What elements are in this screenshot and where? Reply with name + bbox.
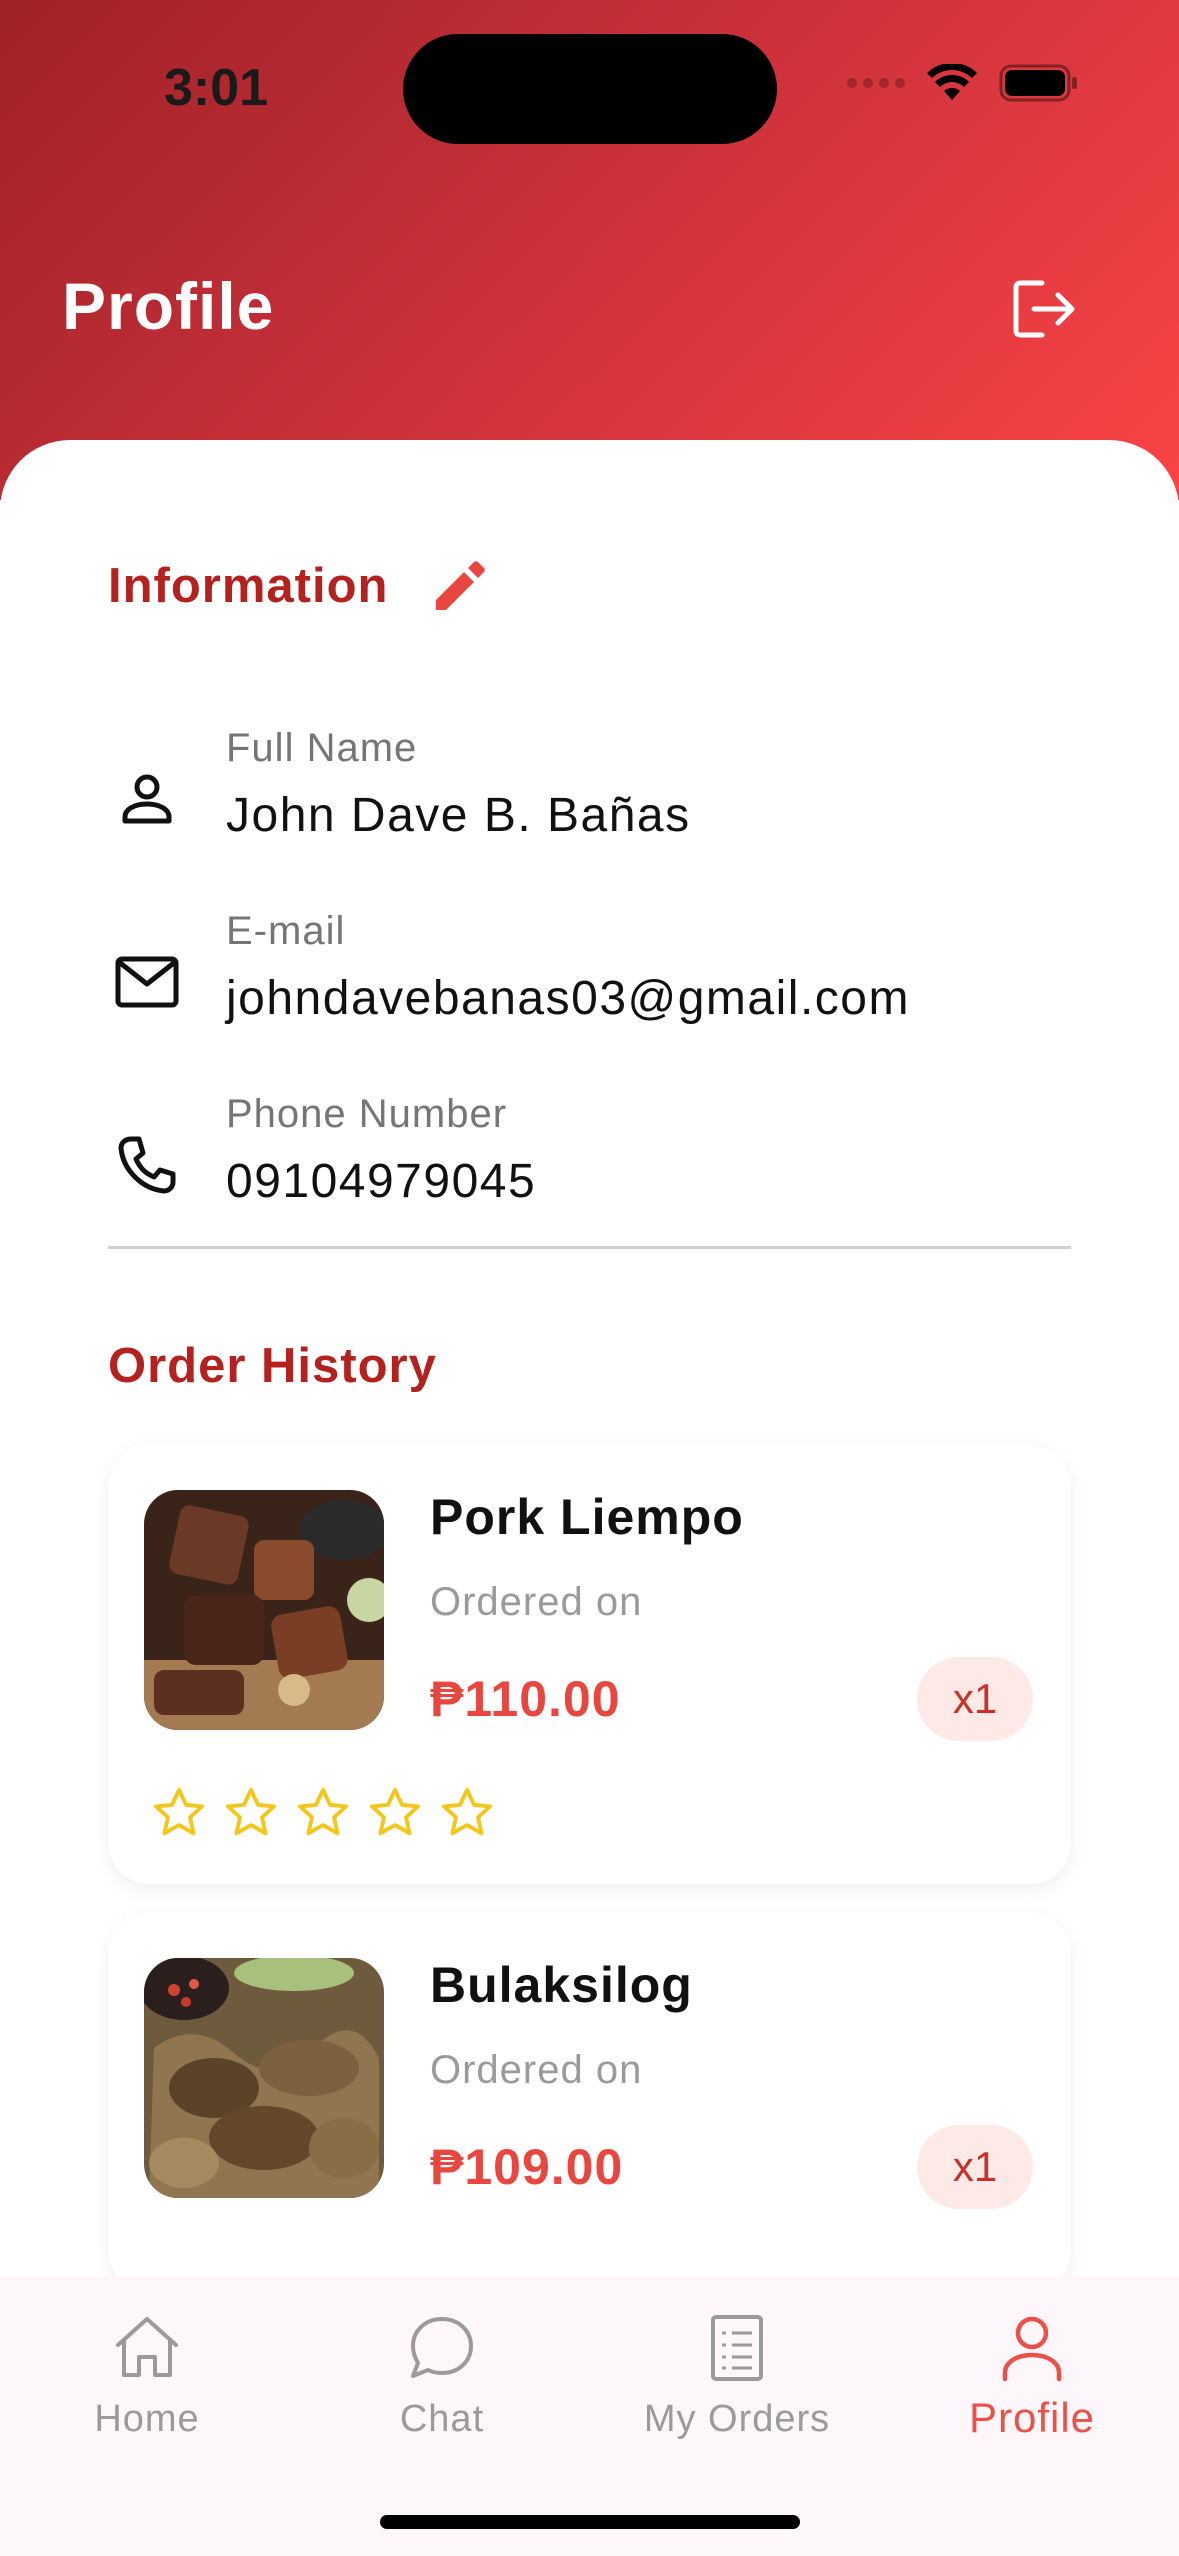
nav-profile[interactable]: Profile <box>912 2308 1152 2468</box>
nav-my-orders-label: My Orders <box>643 2398 831 2440</box>
order-name: Pork Liempo <box>430 1489 744 1545</box>
phone-icon <box>112 1130 182 1200</box>
quantity-badge: x1 <box>917 2125 1033 2209</box>
chat-icon <box>402 2308 482 2388</box>
logout-icon <box>1013 280 1075 338</box>
order-name: Bulaksilog <box>430 1957 693 2013</box>
profile-icon <box>992 2308 1072 2388</box>
order-history-title: Order History <box>108 1339 437 1393</box>
email-value: johndavebanas03@gmail.com <box>226 972 910 1025</box>
star-icon[interactable] <box>148 1782 210 1844</box>
dynamic-island <box>403 34 777 144</box>
person-icon <box>112 764 182 834</box>
order-price: ₱109.00 <box>430 2139 624 2195</box>
order-card[interactable]: Bulaksilog Ordered on ₱109.00 x1 <box>108 1912 1071 2292</box>
orders-icon <box>697 2308 777 2388</box>
email-label: E-mail <box>226 909 346 953</box>
phone-value: 09104979045 <box>226 1155 537 1208</box>
mail-icon <box>112 947 182 1017</box>
full-name-label: Full Name <box>226 726 418 770</box>
nav-home[interactable]: Home <box>27 2308 267 2468</box>
signal-icon <box>847 78 905 88</box>
star-icon[interactable] <box>364 1782 426 1844</box>
full-name-value: John Dave B. Bañas <box>226 789 691 842</box>
star-icon[interactable] <box>292 1782 354 1844</box>
nav-chat[interactable]: Chat <box>322 2308 562 2468</box>
battery-icon <box>999 64 1077 102</box>
home-icon <box>107 2308 187 2388</box>
quantity-badge: x1 <box>917 1657 1033 1741</box>
phone-label: Phone Number <box>226 1092 508 1136</box>
status-icons <box>847 64 1079 102</box>
edit-icon[interactable] <box>428 556 488 616</box>
rating-stars[interactable] <box>148 1782 498 1844</box>
nav-my-orders[interactable]: My Orders <box>617 2308 857 2468</box>
order-price: ₱110.00 <box>430 1671 621 1727</box>
profile-header: 3:01 Profile <box>0 0 1179 500</box>
info-phone: Phone Number 09104979045 <box>108 1092 1068 1232</box>
star-icon[interactable] <box>220 1782 282 1844</box>
star-icon[interactable] <box>436 1782 498 1844</box>
nav-profile-label: Profile <box>968 2394 1096 2441</box>
information-title: Information <box>108 559 389 613</box>
food-image <box>144 1958 384 2198</box>
food-image <box>144 1490 384 1730</box>
ordered-on-label: Ordered on <box>430 1580 643 1624</box>
nav-home-label: Home <box>94 2398 200 2440</box>
ordered-on-label: Ordered on <box>430 2048 643 2092</box>
page-title: Profile <box>62 269 275 343</box>
nav-chat-label: Chat <box>399 2398 485 2440</box>
divider <box>108 1246 1071 1249</box>
status-time: 3:01 <box>164 59 269 117</box>
info-full-name: Full Name John Dave B. Bañas <box>108 726 1068 866</box>
info-email: E-mail johndavebanas03@gmail.com <box>108 909 1068 1049</box>
logout-button[interactable] <box>1010 275 1078 343</box>
order-card[interactable]: Pork Liempo Ordered on ₱110.00 x1 <box>108 1444 1071 1884</box>
information-section-header: Information <box>108 556 488 616</box>
wifi-icon <box>927 64 977 100</box>
home-indicator <box>380 2515 800 2529</box>
